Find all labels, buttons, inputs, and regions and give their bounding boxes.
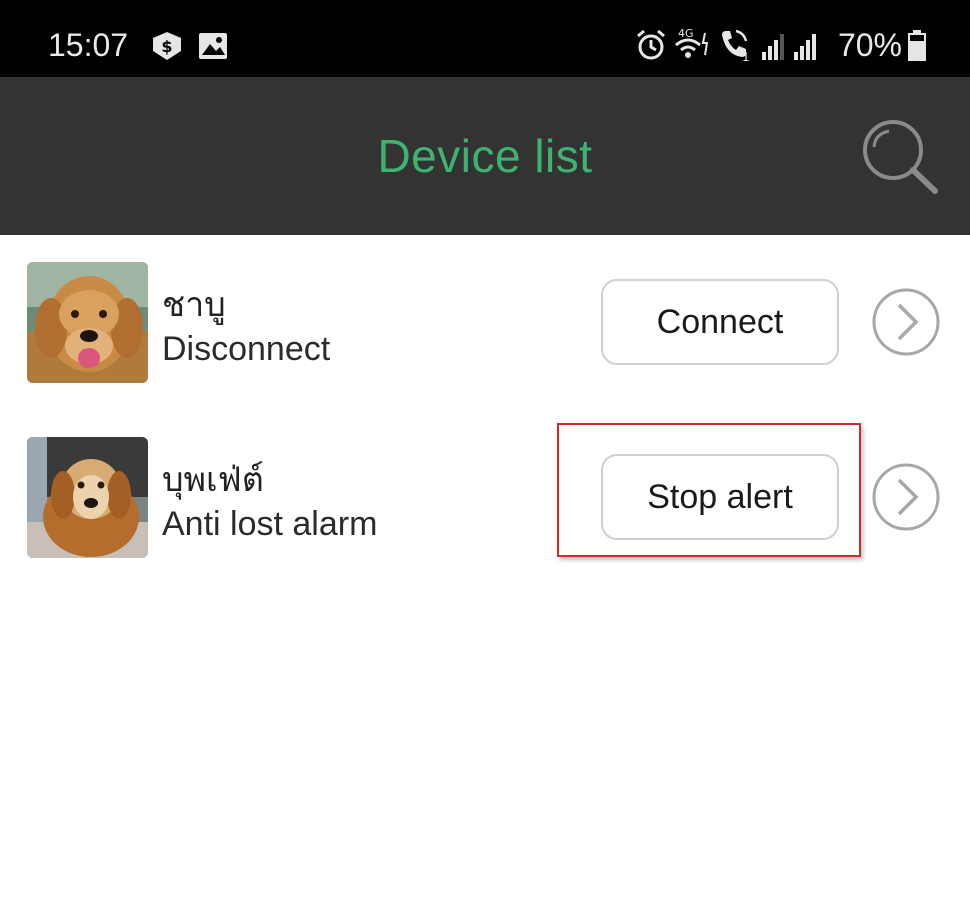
- chevron-right-icon[interactable]: [871, 462, 941, 532]
- device-name: บุพเฟ่ต์: [162, 460, 264, 500]
- sim-label: 1: [742, 50, 750, 64]
- list-item: บุพเฟ่ต์ Anti lost alarm Stop alert: [0, 410, 970, 585]
- gallery-icon: [199, 33, 227, 59]
- list-item: ชาบู Disconnect Connect: [0, 235, 970, 410]
- status-time: 15:07: [48, 27, 129, 63]
- avatar: [27, 437, 148, 558]
- network-label: 4G: [678, 27, 694, 40]
- volte-call-icon: 1: [721, 29, 750, 64]
- status-indicators: 4G 1 70%: [634, 20, 928, 70]
- wifi-4g-icon: 4G: [674, 27, 709, 58]
- svg-text:$: $: [161, 37, 172, 56]
- avatar: [27, 262, 148, 383]
- signal-icon: [761, 34, 784, 60]
- battery-icon: [908, 30, 926, 61]
- app-header: Device list: [0, 77, 970, 235]
- device-status: Anti lost alarm: [162, 505, 378, 543]
- page-title: Device list: [377, 130, 593, 182]
- device-name: ชาบู: [162, 285, 226, 325]
- search-icon[interactable]: [855, 112, 945, 202]
- device-status: Disconnect: [162, 330, 331, 368]
- connect-button[interactable]: Connect: [601, 279, 839, 365]
- status-bar: 15:07 $ 4G 1 70%: [0, 0, 970, 77]
- chevron-right-icon[interactable]: [871, 287, 941, 357]
- signal-icon: [793, 34, 816, 60]
- alarm-icon: [636, 29, 665, 60]
- battery-percentage: 70%: [837, 26, 902, 63]
- cash-app-icon: $: [153, 32, 181, 60]
- stop-alert-button[interactable]: Stop alert: [601, 454, 839, 540]
